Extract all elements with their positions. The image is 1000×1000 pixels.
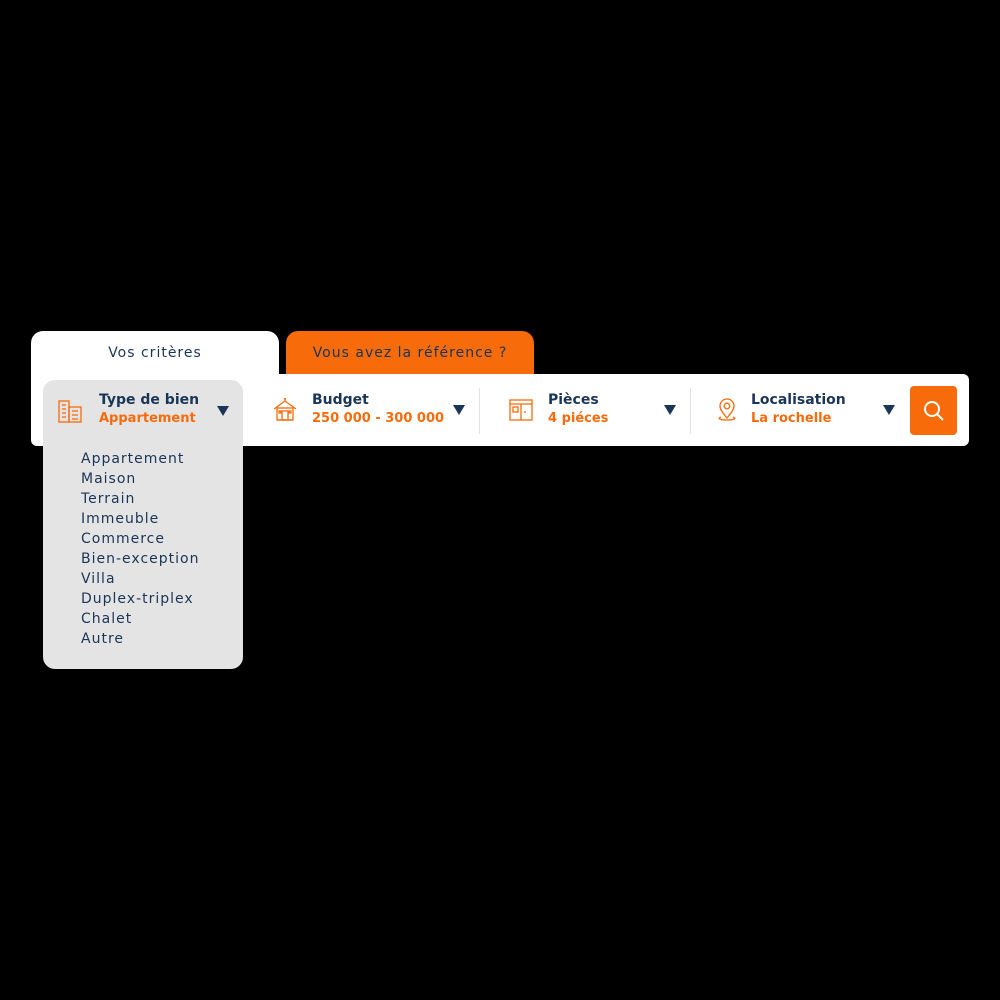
tab-criteria[interactable]: Vos critères	[31, 331, 279, 375]
option-appartement[interactable]: Appartement	[81, 449, 199, 469]
option-autre[interactable]: Autre	[81, 629, 199, 649]
location-field[interactable]: Localisation La rochelle	[706, 374, 906, 446]
type-value: Appartement	[99, 411, 196, 426]
search-button[interactable]	[910, 386, 957, 435]
option-villa[interactable]: Villa	[81, 569, 199, 589]
type-label: Type de bien	[99, 392, 200, 408]
option-chalet[interactable]: Chalet	[81, 609, 199, 629]
room-icon	[507, 396, 535, 424]
option-maison[interactable]: Maison	[81, 469, 199, 489]
chevron-down-icon	[664, 405, 676, 415]
divider	[479, 388, 480, 434]
type-dropdown: Type de bien Appartement Appartement Mai…	[43, 380, 243, 669]
location-value: La rochelle	[751, 411, 832, 426]
option-immeuble[interactable]: Immeuble	[81, 509, 199, 529]
house-icon	[271, 396, 299, 424]
rooms-field[interactable]: Pièces 4 piéces	[497, 374, 687, 446]
search-icon	[924, 401, 944, 421]
location-label: Localisation	[751, 392, 846, 408]
option-duplex-triplex[interactable]: Duplex-triplex	[81, 589, 199, 609]
tab-reference-label: Vous avez la référence ?	[312, 345, 508, 361]
type-field[interactable]: Type de bien Appartement	[43, 380, 243, 442]
chevron-down-icon	[217, 406, 229, 416]
divider	[690, 388, 691, 434]
type-options-list: Appartement Maison Terrain Immeuble Comm…	[81, 449, 199, 649]
option-bien-exception[interactable]: Bien-exception	[81, 549, 199, 569]
tab-reference[interactable]: Vous avez la référence ?	[286, 331, 534, 375]
option-terrain[interactable]: Terrain	[81, 489, 199, 509]
option-commerce[interactable]: Commerce	[81, 529, 199, 549]
search-widget: Vos critères Vous avez la référence ? Bu…	[0, 0, 1000, 1000]
rooms-value: 4 piéces	[548, 411, 609, 426]
budget-field[interactable]: Budget 250 000 - 300 000	[261, 374, 471, 446]
chevron-down-icon	[883, 405, 895, 415]
tab-criteria-label: Vos critères	[108, 345, 202, 361]
chevron-down-icon	[453, 405, 465, 415]
rooms-label: Pièces	[548, 392, 599, 408]
map-pin-icon	[713, 396, 741, 424]
building-icon	[57, 398, 83, 428]
budget-label: Budget	[312, 392, 369, 408]
budget-value: 250 000 - 300 000	[312, 411, 445, 426]
